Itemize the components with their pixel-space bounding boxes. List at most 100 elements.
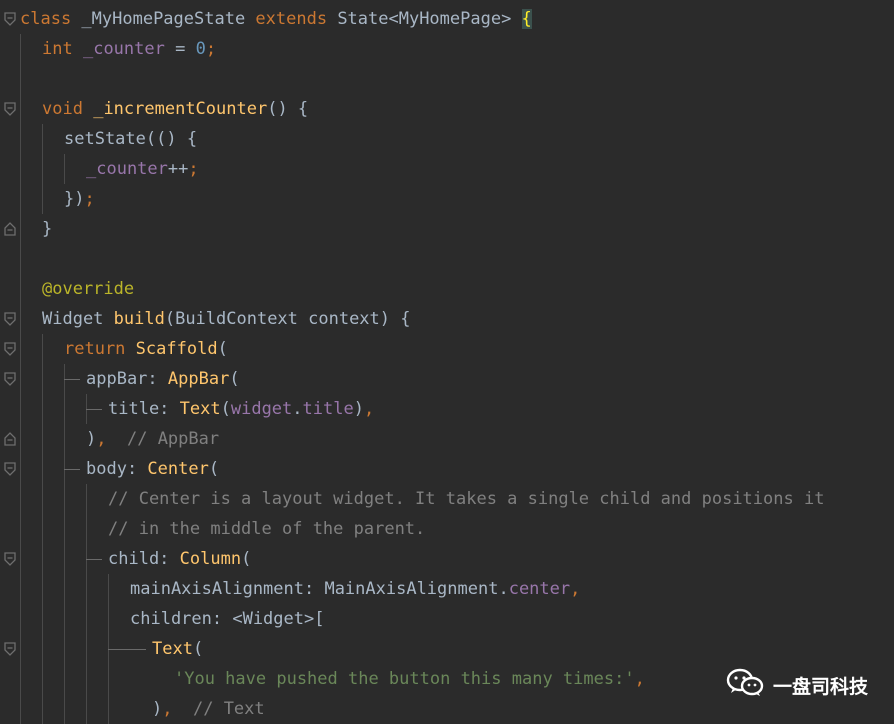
code-line[interactable]: Widget build(BuildContext context) { (0, 304, 894, 334)
wechat-icon (725, 667, 765, 703)
code-token: ( (220, 399, 231, 419)
code-token: title (302, 399, 354, 419)
code-line-text: body: Center( (86, 454, 219, 484)
code-line[interactable] (0, 64, 894, 94)
code-token: ( (208, 459, 220, 479)
code-token: body: (86, 459, 148, 479)
code-token: Text (179, 399, 221, 419)
code-token: // Center is a layout widget. It takes a… (108, 489, 825, 509)
code-line[interactable]: body: Center( (0, 454, 894, 484)
code-token: // Text (192, 699, 265, 719)
code-token: Widget (42, 309, 114, 329)
code-editor[interactable]: class _MyHomePageState extends State<MyH… (0, 0, 894, 724)
code-line[interactable]: ), // AppBar (0, 424, 894, 454)
code-token: return (64, 339, 126, 359)
code-line[interactable]: } (0, 214, 894, 244)
code-token: int (42, 39, 73, 59)
code-line-text: Text( (152, 634, 203, 664)
code-token: 'You have pushed the button this many ti… (174, 669, 635, 689)
code-token: @override (42, 279, 135, 299)
code-line-text: }); (64, 184, 95, 214)
code-line-text: ), // Text (152, 694, 265, 724)
code-token: } (42, 219, 53, 239)
code-token: { (521, 9, 532, 29)
code-token: children: <Widget>[ (130, 609, 325, 629)
code-line-text: setState(() { (64, 124, 197, 154)
code-line[interactable]: mainAxisAlignment: MainAxisAlignment.cen… (0, 574, 894, 604)
code-token: , (96, 429, 107, 449)
code-token: widget (230, 399, 293, 419)
code-token: appBar: (86, 369, 168, 389)
code-line[interactable]: setState(() { (0, 124, 894, 154)
code-token: }) (64, 189, 85, 209)
code-line-text: Widget build(BuildContext context) { (42, 304, 410, 334)
code-line-text: class _MyHomePageState extends State<MyH… (20, 4, 532, 34)
code-token: // in the middle of the parent. (108, 519, 426, 539)
code-line[interactable]: int _counter = 0; (0, 34, 894, 64)
code-token: , (570, 579, 581, 599)
code-line[interactable]: _counter++; (0, 154, 894, 184)
code-token: _counter (86, 159, 168, 179)
code-token: _MyHomePageState (71, 9, 256, 29)
code-token: extends (255, 9, 328, 29)
code-line[interactable]: void _incrementCounter() { (0, 94, 894, 124)
code-line-text: } (42, 214, 52, 244)
code-token: Column (179, 549, 242, 569)
code-line[interactable] (0, 244, 894, 274)
code-line[interactable]: appBar: AppBar( (0, 364, 894, 394)
code-token: 0 (195, 39, 206, 59)
code-token: ; (188, 159, 199, 179)
code-token: _incrementCounter (93, 99, 268, 119)
code-token: Text (152, 639, 193, 659)
code-token: ; (205, 39, 217, 59)
code-line[interactable]: Text( (0, 634, 894, 664)
code-line[interactable]: child: Column( (0, 544, 894, 574)
code-token: ( (229, 369, 240, 389)
code-token: mainAxisAlignment: MainAxisAlignment. (130, 579, 509, 599)
code-token: ( (241, 549, 252, 569)
code-token: class (20, 9, 72, 29)
code-line-text: return Scaffold( (64, 334, 228, 364)
code-line-text: child: Column( (108, 544, 251, 574)
code-token: Scaffold (135, 339, 218, 359)
code-line[interactable]: return Scaffold( (0, 334, 894, 364)
code-token: ; (84, 189, 95, 209)
code-token: center (508, 579, 571, 599)
code-line[interactable]: // in the middle of the parent. (0, 514, 894, 544)
code-token: setState(() { (64, 129, 198, 149)
code-token: , (162, 699, 173, 719)
code-line-text: // in the middle of the parent. (108, 514, 425, 544)
code-line[interactable]: title: Text(widget.title), (0, 394, 894, 424)
code-token: _counter (82, 39, 165, 59)
code-token: ++ (167, 159, 189, 179)
code-token: ) (353, 399, 364, 419)
code-line-text: _counter++; (86, 154, 199, 184)
code-line[interactable]: // Center is a layout widget. It takes a… (0, 484, 894, 514)
watermark-text: 一盘司科技 (772, 675, 868, 698)
code-token: build (113, 309, 165, 329)
code-token: , (363, 399, 375, 419)
code-line[interactable]: }); (0, 184, 894, 214)
code-token: AppBar (167, 369, 230, 389)
code-token: (BuildContext context) { (164, 309, 411, 329)
code-line[interactable]: class _MyHomePageState extends State<MyH… (0, 4, 894, 34)
code-token: title: (108, 399, 180, 419)
code-line-text: @override (42, 274, 134, 304)
code-token: ( (217, 339, 228, 359)
code-line[interactable]: children: <Widget>[ (0, 604, 894, 634)
code-line-text: int _counter = 0; (42, 34, 216, 64)
code-line-text: void _incrementCounter() { (42, 94, 308, 124)
code-token: child: (108, 549, 180, 569)
watermark: 一盘司科技 (725, 668, 868, 702)
code-token: () { (267, 99, 309, 119)
code-token: Center (147, 459, 209, 479)
code-token: , (634, 669, 645, 689)
code-token: = (164, 39, 196, 59)
code-line[interactable]: @override (0, 274, 894, 304)
code-line-text: mainAxisAlignment: MainAxisAlignment.cen… (130, 574, 580, 604)
